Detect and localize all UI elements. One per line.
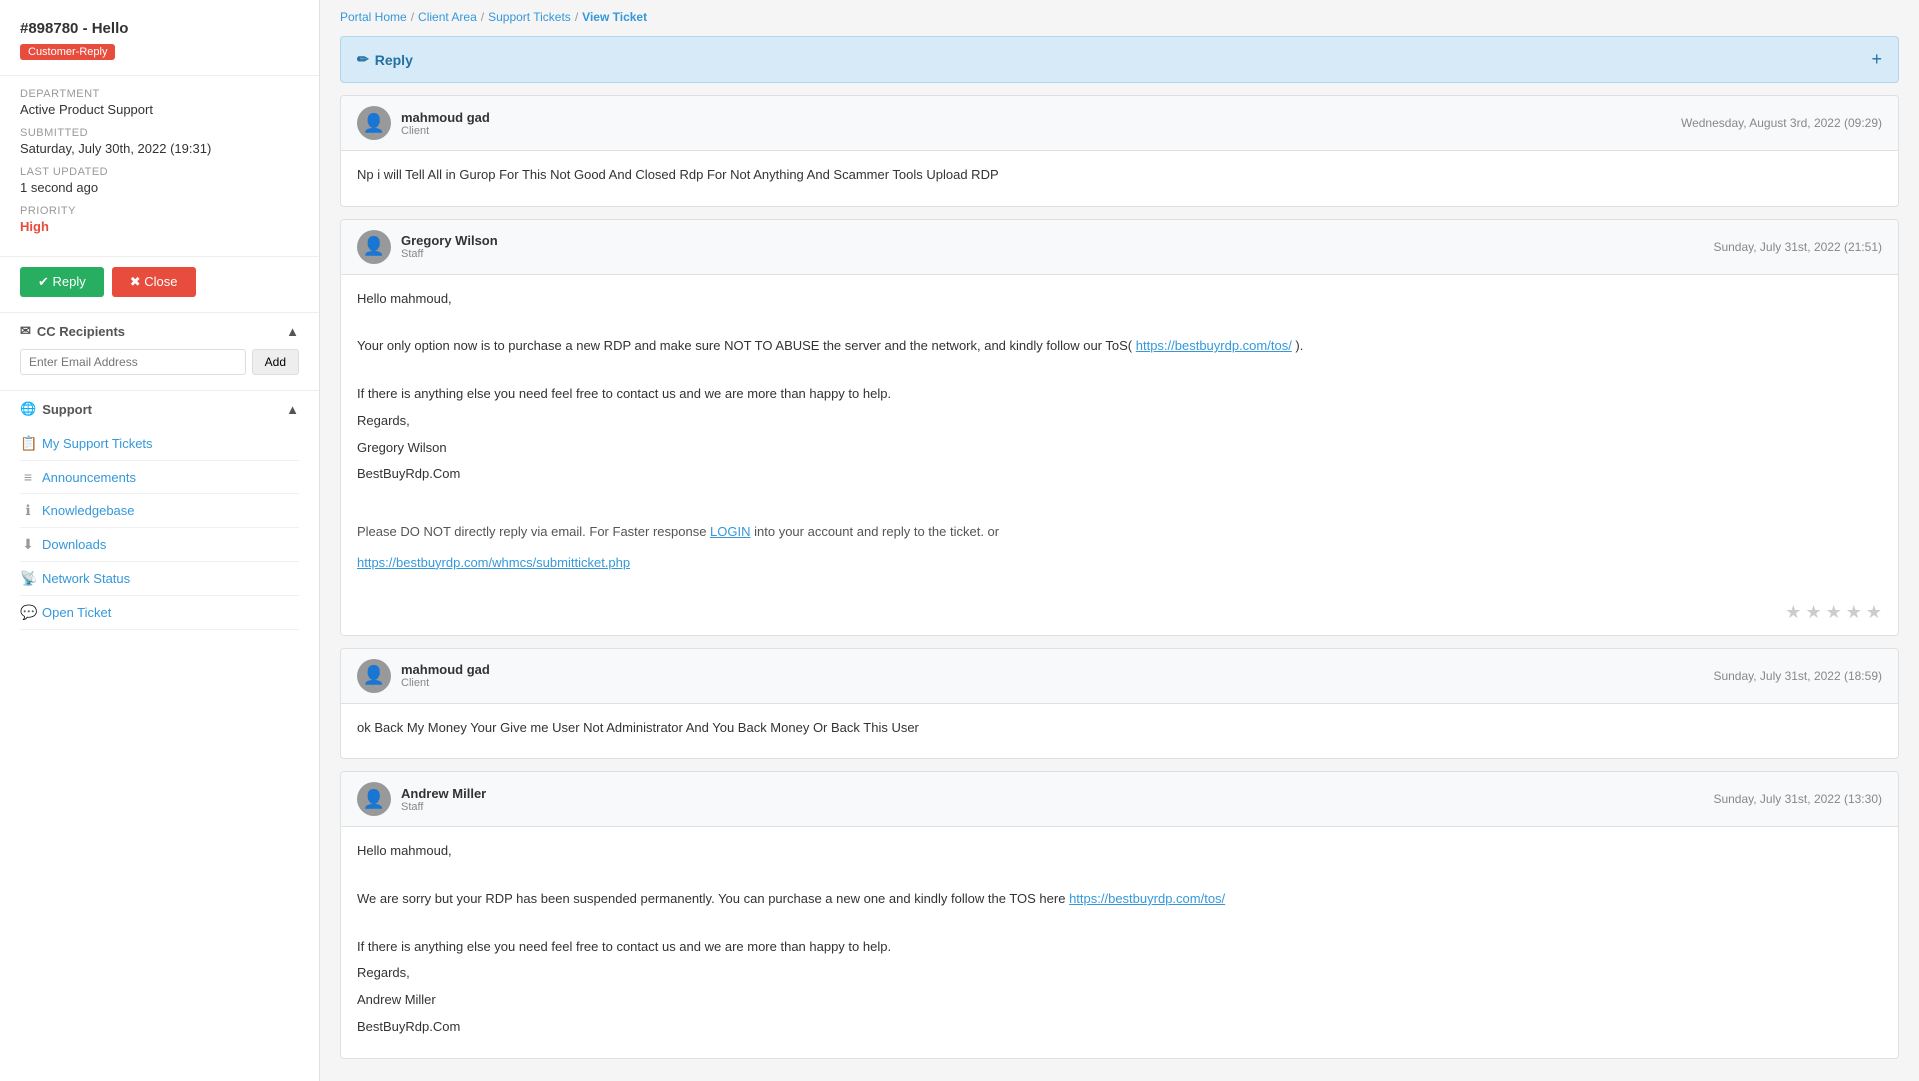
nav-label: Knowledgebase [42,503,135,518]
nav-label: My Support Tickets [42,436,153,451]
breadcrumb: Portal Home / Client Area / Support Tick… [340,10,1899,24]
nav-icon: ≡ [20,469,36,485]
submitted-value: Saturday, July 30th, 2022 (19:31) [20,141,299,156]
department-label: Department [20,88,299,100]
nav-icon: 💬 [20,604,36,621]
star-icon[interactable]: ★ [1866,602,1882,623]
message-date: Sunday, July 31st, 2022 (21:51) [1713,240,1882,254]
sender-role: Client [401,677,490,689]
support-icon: 🌐 [20,401,36,417]
message-card: 👤 Gregory Wilson Staff Sunday, July 31st… [340,219,1899,636]
star-icon[interactable]: ★ [1826,602,1842,623]
customer-reply-badge: Customer-Reply [20,44,115,60]
messages-container: 👤 mahmoud gad Client Wednesday, August 3… [340,95,1899,1059]
reply-panel-title: Reply [375,52,413,68]
cc-title: CC Recipients [37,324,125,339]
sidebar-nav-item[interactable]: 📡 Network Status [20,562,299,596]
ticket-meta: Department Active Product Support Submit… [0,76,319,257]
submitted-label: Submitted [20,127,299,139]
star-icon[interactable]: ★ [1846,602,1862,623]
cc-section-header: ✉ CC Recipients ▲ [20,323,299,339]
rating-row: ★★★★★ [341,594,1898,635]
avatar: 👤 [357,106,391,140]
support-collapse-icon[interactable]: ▲ [286,402,299,417]
cc-icon: ✉ [20,323,31,339]
nav-label: Open Ticket [42,605,111,620]
message-body: Hello mahmoud,We are sorry but your RDP … [341,827,1898,1057]
support-title: Support [42,402,92,417]
sidebar-nav-item[interactable]: ⬇ Downloads [20,528,299,562]
message-card: 👤 Andrew Miller Staff Sunday, July 31st,… [340,771,1899,1058]
expand-icon[interactable]: + [1871,49,1882,70]
submitted-meta: Submitted Saturday, July 30th, 2022 (19:… [20,127,299,156]
ticket-title: #898780 - Hello [20,20,299,37]
message-date: Wednesday, August 3rd, 2022 (09:29) [1681,116,1882,130]
reply-panel[interactable]: ✏ Reply + [340,36,1899,83]
last-updated-meta: Last Updated 1 second ago [20,166,299,195]
sidebar-nav-item[interactable]: 💬 Open Ticket [20,596,299,630]
breadcrumb-portal-home[interactable]: Portal Home [340,10,407,24]
sidebar-nav-item[interactable]: 📋 My Support Tickets [20,427,299,461]
sender-name: mahmoud gad [401,662,490,677]
email-input[interactable] [20,349,246,375]
priority-value: High [20,219,299,234]
avatar: 👤 [357,659,391,693]
support-nav: 📋 My Support Tickets ≡ Announcements ℹ Knowle… [20,427,299,630]
sender-name: mahmoud gad [401,110,490,125]
support-section: 🌐 Support ▲ 📋 My Support Tickets ≡ Announce… [0,391,319,640]
message-body: ok Back My Money Your Give me User Not A… [341,704,1898,759]
message-header: 👤 Gregory Wilson Staff Sunday, July 31st… [341,220,1898,275]
add-email-button[interactable]: Add [252,349,299,375]
nav-icon: 📋 [20,435,36,452]
cc-section: ✉ CC Recipients ▲ Add [0,313,319,391]
sender-name: Andrew Miller [401,786,486,801]
message-header: 👤 Andrew Miller Staff Sunday, July 31st,… [341,772,1898,827]
pencil-icon: ✏ [357,51,369,68]
nav-icon: 📡 [20,570,36,587]
nav-label: Announcements [42,470,136,485]
message-body: Np i will Tell All in Gurop For This Not… [341,151,1898,206]
cc-collapse-icon[interactable]: ▲ [286,324,299,339]
priority-label: Priority [20,205,299,217]
reply-button[interactable]: ✔ Reply [20,267,104,297]
sidebar: #898780 - Hello Customer-Reply Departmen… [0,0,320,1081]
department-value: Active Product Support [20,102,299,117]
star-icon[interactable]: ★ [1785,602,1801,623]
avatar: 👤 [357,782,391,816]
nav-icon: ⬇ [20,536,36,553]
department-meta: Department Active Product Support [20,88,299,117]
support-section-header: 🌐 Support ▲ [20,401,299,417]
star-icon[interactable]: ★ [1805,602,1821,623]
message-header: 👤 mahmoud gad Client Sunday, July 31st, … [341,649,1898,704]
sidebar-nav-item[interactable]: ≡ Announcements [20,461,299,494]
avatar: 👤 [357,230,391,264]
message-card: 👤 mahmoud gad Client Wednesday, August 3… [340,95,1899,207]
action-buttons: ✔ Reply ✖ Close [0,257,319,313]
message-card: 👤 mahmoud gad Client Sunday, July 31st, … [340,648,1899,760]
sender-role: Staff [401,801,486,813]
nav-label: Network Status [42,571,130,586]
sender-role: Client [401,125,490,137]
breadcrumb-client-area[interactable]: Client Area [418,10,477,24]
message-header: 👤 mahmoud gad Client Wednesday, August 3… [341,96,1898,151]
email-input-row: Add [20,349,299,375]
last-updated-label: Last Updated [20,166,299,178]
breadcrumb-current: View Ticket [582,10,647,24]
message-body: Hello mahmoud,Your only option now is to… [341,275,1898,594]
sender-name: Gregory Wilson [401,233,498,248]
sidebar-nav-item[interactable]: ℹ Knowledgebase [20,494,299,528]
ticket-header: #898780 - Hello Customer-Reply [0,10,319,76]
breadcrumb-support-tickets[interactable]: Support Tickets [488,10,571,24]
priority-meta: Priority High [20,205,299,234]
message-date: Sunday, July 31st, 2022 (13:30) [1713,792,1882,806]
nav-icon: ℹ [20,502,36,519]
close-button[interactable]: ✖ Close [112,267,196,297]
sender-role: Staff [401,248,498,260]
last-updated-value: 1 second ago [20,180,299,195]
message-date: Sunday, July 31st, 2022 (18:59) [1713,669,1882,683]
main-content: Portal Home / Client Area / Support Tick… [320,0,1919,1081]
nav-label: Downloads [42,537,106,552]
